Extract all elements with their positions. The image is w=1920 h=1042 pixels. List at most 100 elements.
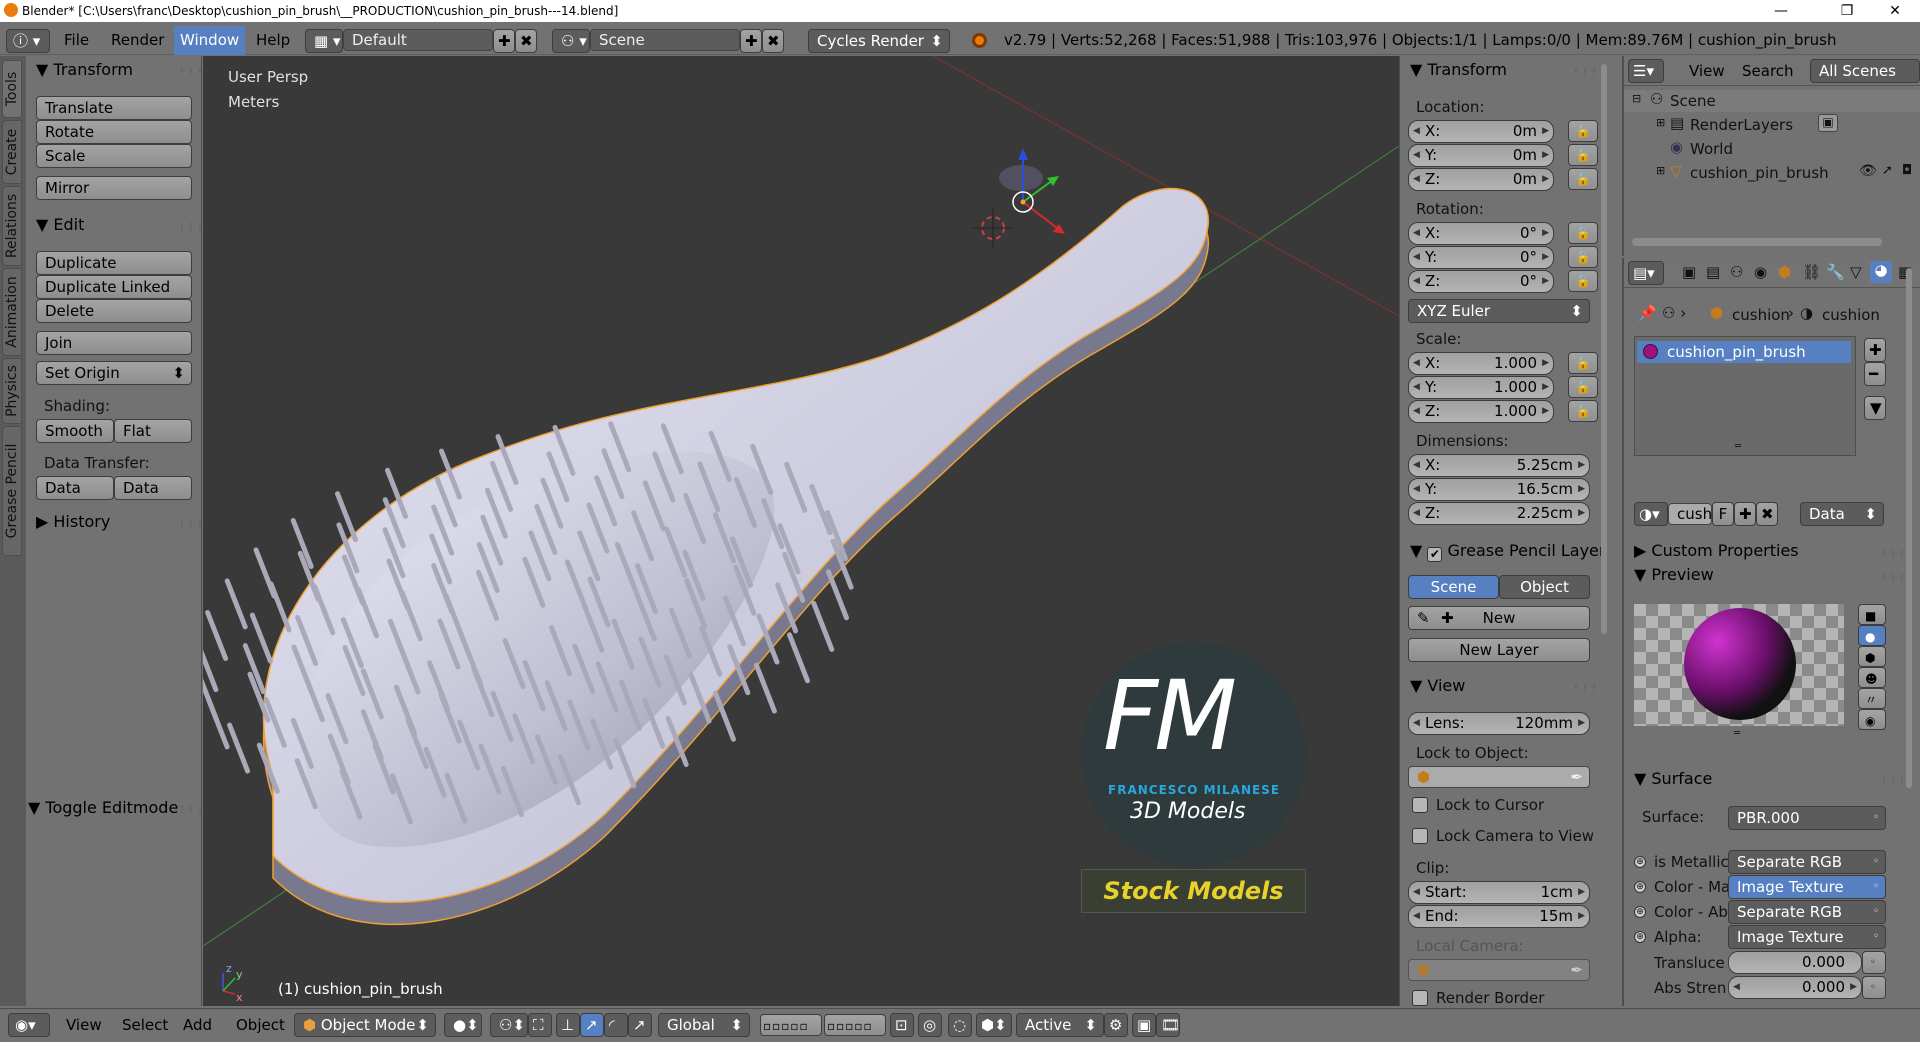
clip-start-field[interactable]: ◀ Start: 1cm ▶ bbox=[1408, 881, 1590, 904]
edit-panel-header[interactable]: ▼ Edit bbox=[36, 215, 84, 234]
clip-end-field[interactable]: ◀ End: 15m ▶ bbox=[1408, 905, 1590, 928]
dimensions-x-field[interactable]: ◀ X: 5.25cm ▶ bbox=[1408, 454, 1590, 477]
remove-material-slot-button[interactable]: ━ bbox=[1864, 362, 1886, 386]
color-ma-link-select[interactable]: Image Texture ◦ bbox=[1728, 875, 1886, 899]
pin-icon[interactable]: 📌 bbox=[1638, 304, 1657, 322]
lock-location-z-icon[interactable]: 🔓 bbox=[1568, 168, 1598, 190]
transform-orientation-select[interactable]: Global ⬍ bbox=[658, 1013, 750, 1037]
preview-sphere-icon[interactable]: ● bbox=[1858, 625, 1886, 646]
preview-cube-icon[interactable]: ⬢ bbox=[1858, 646, 1886, 667]
scene-icon-button[interactable]: ⚇ ▾ bbox=[552, 29, 590, 53]
lock-rotation-z-icon[interactable]: 🔓 bbox=[1568, 270, 1598, 292]
grease-pencil-enable-checkbox[interactable]: ✔ bbox=[1427, 547, 1443, 562]
outliner-row-cushion-pin-brush[interactable]: ⊞ ▽ cushion_pin_brush 👁 ➚ ◘ bbox=[1624, 162, 1920, 184]
outliner-editor-type-button[interactable]: ☰▾ bbox=[1628, 59, 1664, 83]
preview-panel-header[interactable]: ▼ Preview bbox=[1634, 565, 1714, 584]
lock-rotation-x-icon[interactable]: 🔓 bbox=[1568, 222, 1598, 244]
panel-grip-icon[interactable]: ⋮⋮⋮ bbox=[178, 68, 204, 76]
properties-editor-type-button[interactable]: ▤▾ bbox=[1628, 261, 1664, 285]
scale-x-field[interactable]: ◀ X: 1.000 ▶ bbox=[1408, 352, 1554, 375]
lock-layers-icon[interactable]: ⊡ bbox=[890, 1013, 914, 1037]
expand-input-icon[interactable]: ⊕ bbox=[1634, 881, 1646, 893]
manipulator-toggle[interactable]: ⛶ bbox=[528, 1013, 552, 1037]
location-y-field[interactable]: ◀ Y: 0m ▶ bbox=[1408, 144, 1554, 167]
panel-grip-icon[interactable]: ⋮⋮⋮ bbox=[178, 223, 204, 231]
render-layer-visibility-icon[interactable]: ▣ bbox=[1818, 114, 1838, 132]
pivot-point-select[interactable]: ⚇⬍ bbox=[490, 1013, 528, 1037]
is-metallic-link-select[interactable]: Separate RGB ◦ bbox=[1728, 850, 1886, 874]
translate-manipulator-icon[interactable]: ⊥ bbox=[556, 1013, 580, 1037]
gp-scene-button[interactable]: Scene bbox=[1408, 575, 1499, 599]
preview-resize-grip[interactable]: ═ bbox=[1734, 728, 1740, 739]
lock-camera-checkbox[interactable] bbox=[1412, 828, 1428, 844]
data-context-icon[interactable]: ▽ bbox=[1850, 263, 1862, 281]
data-transfer-button[interactable]: Data bbox=[36, 476, 114, 500]
custom-properties-header[interactable]: ▶ Custom Properties bbox=[1634, 541, 1799, 560]
local-camera-field[interactable]: ⬢ ✒ bbox=[1408, 959, 1590, 981]
location-x-field[interactable]: ◀ X: 0m ▶ bbox=[1408, 120, 1554, 143]
scale-z-field[interactable]: ◀ Z: 1.000 ▶ bbox=[1408, 400, 1554, 423]
menu-window[interactable]: Window bbox=[174, 26, 246, 55]
outliner-row-world[interactable]: ◉ World bbox=[1624, 138, 1920, 160]
cursor-select-icon[interactable]: ➚ bbox=[1882, 163, 1893, 178]
preview-flat-icon[interactable]: ■ bbox=[1858, 604, 1886, 625]
outliner-display-mode-select[interactable]: All Scenes bbox=[1810, 59, 1920, 83]
rotation-x-field[interactable]: ◀ X: 0° ▶ bbox=[1408, 222, 1554, 245]
snap-target-select[interactable]: Active ⬍ bbox=[1016, 1013, 1104, 1037]
preview-monkey-icon[interactable]: ☻ bbox=[1858, 667, 1886, 688]
lock-location-x-icon[interactable]: 🔓 bbox=[1568, 120, 1598, 142]
panel-grip-icon[interactable]: ⋮⋮⋮ bbox=[1880, 778, 1906, 786]
eye-icon[interactable]: 👁 bbox=[1859, 163, 1877, 179]
panel-grip-icon[interactable]: ⋮⋮⋮ bbox=[1880, 574, 1906, 582]
tab-animation[interactable]: Animation bbox=[2, 268, 22, 356]
add-scene-button[interactable]: ✚ bbox=[740, 29, 762, 53]
menu-help[interactable]: Help bbox=[256, 26, 290, 55]
mirror-button[interactable]: Mirror bbox=[36, 176, 192, 200]
properties-editor-scrollbar[interactable] bbox=[1906, 268, 1912, 788]
camera-render-icon[interactable]: ◘ bbox=[1902, 163, 1912, 178]
scene-layers-grid-1[interactable]: ▫▫▫▫▫ bbox=[760, 1014, 822, 1036]
expand-arrow-icon[interactable]: ⊞ bbox=[1656, 164, 1665, 177]
close-button[interactable]: ✕ bbox=[1872, 0, 1918, 22]
menu-file[interactable]: File bbox=[64, 26, 89, 55]
expand-arrow-icon[interactable]: ⊟ bbox=[1632, 92, 1641, 105]
tab-relations[interactable]: Relations bbox=[2, 186, 22, 266]
material-specials-button[interactable]: ▼ bbox=[1864, 396, 1886, 420]
expand-input-icon[interactable]: ⊕ bbox=[1634, 906, 1646, 918]
menu-add[interactable]: Add bbox=[183, 1009, 212, 1042]
editor-type-info-button[interactable]: ⓘ ▾ bbox=[6, 29, 50, 53]
render-image-icon[interactable]: ▣ bbox=[1132, 1013, 1156, 1037]
render-layers-context-icon[interactable]: ▤ bbox=[1706, 263, 1720, 281]
snap-element-select[interactable]: ⬢⬍ bbox=[976, 1013, 1012, 1037]
viewport-shading-select[interactable]: ●⬍ bbox=[444, 1013, 482, 1037]
translate-button[interactable]: Translate bbox=[36, 96, 192, 120]
snap-toggle-icon[interactable]: ⚙ bbox=[1104, 1013, 1128, 1037]
tab-grease-pencil[interactable]: Grease Pencil bbox=[2, 426, 22, 556]
render-context-icon[interactable]: ▣ bbox=[1682, 263, 1696, 281]
eyedropper-icon[interactable]: ✒ bbox=[1570, 767, 1583, 787]
scene-layers-grid-2[interactable]: ▫▫▫▫▫ bbox=[824, 1014, 886, 1036]
remove-scene-button[interactable]: ✖ bbox=[762, 29, 784, 53]
lock-scale-z-icon[interactable]: 🔓 bbox=[1568, 400, 1598, 422]
scale-button[interactable]: Scale bbox=[36, 144, 192, 168]
lock-to-object-field[interactable]: ⬢ ✒ bbox=[1408, 766, 1590, 788]
render-border-checkbox[interactable] bbox=[1412, 990, 1428, 1006]
viewport-3d[interactable]: User Persp Meters z y x FM FRANCESCO MIL… bbox=[203, 56, 1399, 1006]
abs-strength-link-button[interactable]: ◦ bbox=[1862, 976, 1886, 999]
outliner-search-menu[interactable]: Search bbox=[1742, 56, 1794, 86]
abs-strength-field[interactable]: ◀ 0.000 ▶ bbox=[1728, 976, 1862, 999]
material-name-field[interactable]: cushi bbox=[1668, 503, 1716, 525]
lens-field[interactable]: ◀ Lens: 120mm ▶ bbox=[1408, 712, 1590, 735]
menu-select[interactable]: Select bbox=[122, 1009, 168, 1042]
scale-y-field[interactable]: ◀ Y: 1.000 ▶ bbox=[1408, 376, 1554, 399]
unlink-material-button[interactable]: ✖ bbox=[1756, 502, 1778, 526]
new-material-button[interactable]: ✚ bbox=[1734, 502, 1756, 526]
duplicate-linked-button[interactable]: Duplicate Linked bbox=[36, 275, 192, 299]
grease-pencil-layer-header[interactable]: ▼ ✔ Grease Pencil Layer bbox=[1410, 541, 1605, 562]
n-transform-header[interactable]: ▼ Transform bbox=[1410, 60, 1507, 79]
outliner-view-menu[interactable]: View bbox=[1689, 56, 1725, 86]
translucent-link-button[interactable]: ◦ bbox=[1862, 951, 1886, 974]
flat-shading-button[interactable]: Flat bbox=[114, 419, 192, 443]
mode-select[interactable]: ⬢ Object Mode ⬍ bbox=[294, 1013, 436, 1037]
toggle-editmode-header[interactable]: ▼ Toggle Editmode bbox=[28, 798, 178, 817]
